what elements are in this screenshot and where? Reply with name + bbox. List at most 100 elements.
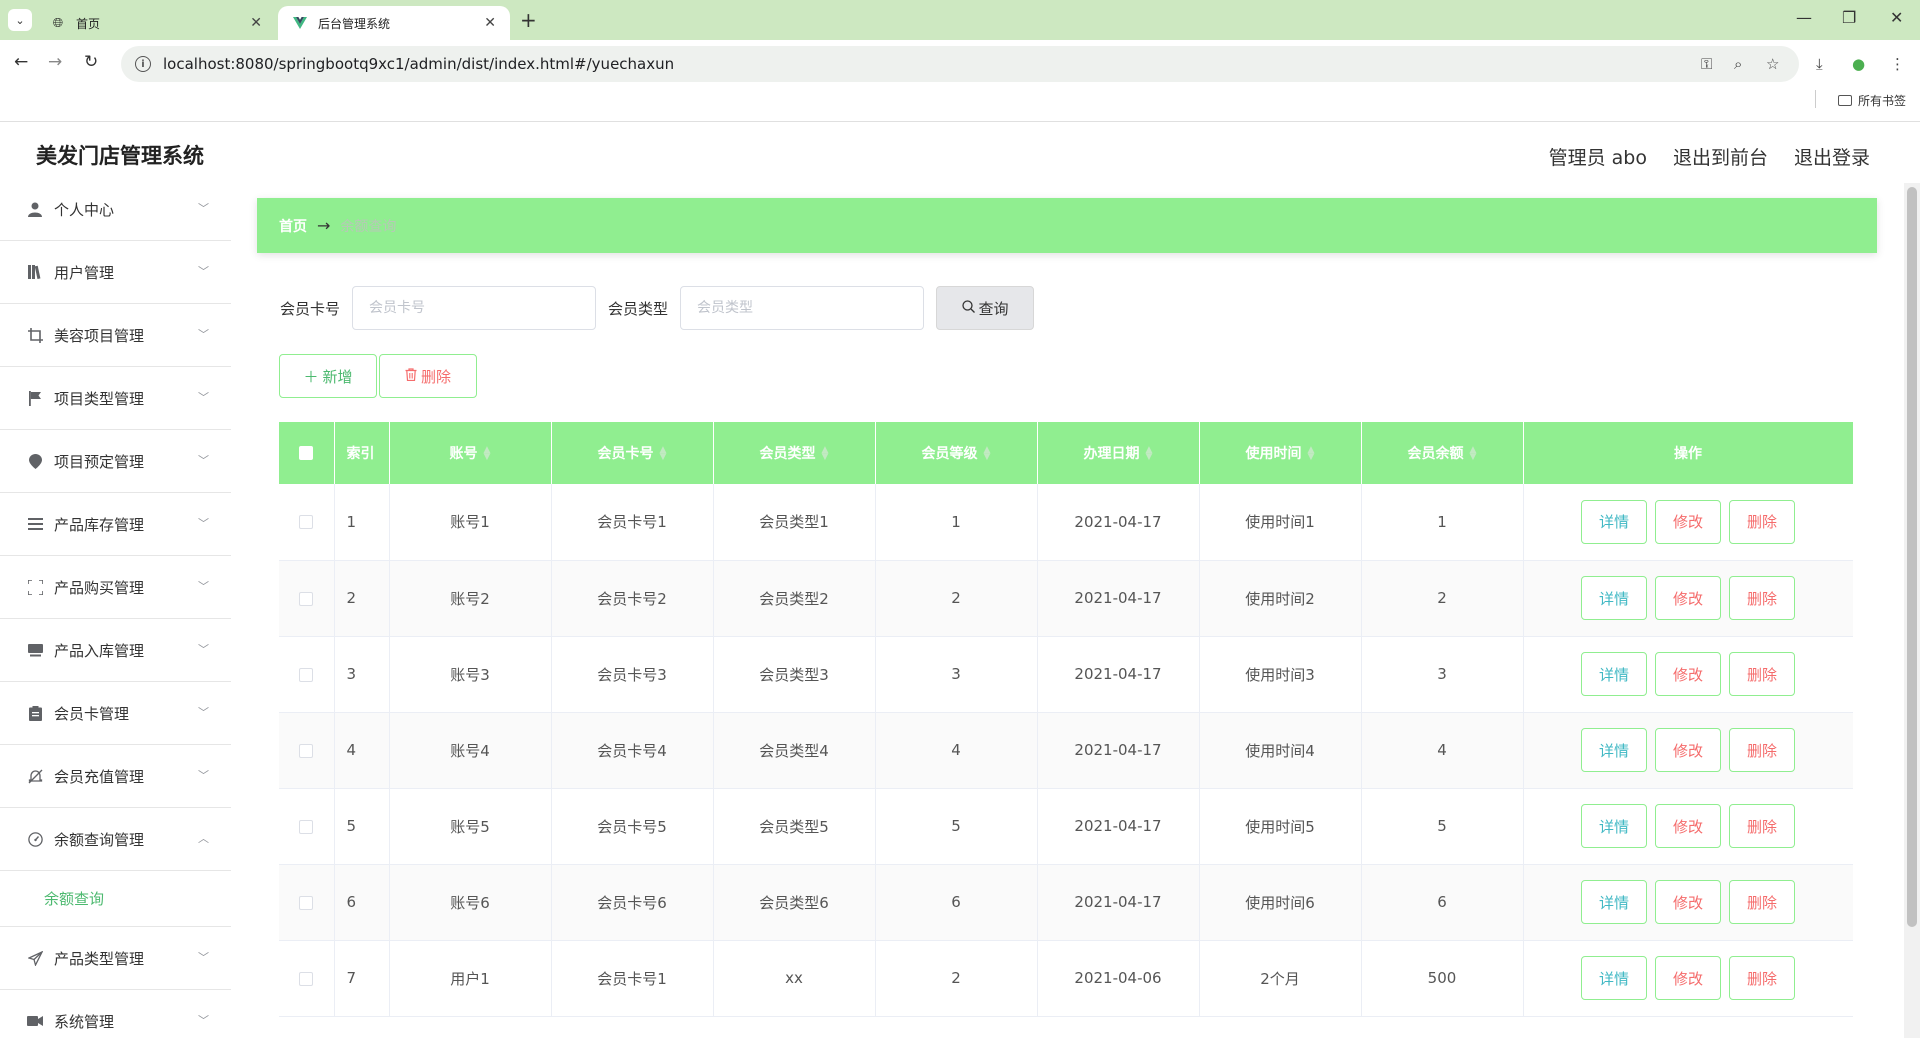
col-balance[interactable]: 会员余额 ▲ ▼ bbox=[1361, 422, 1524, 484]
detail-button[interactable]: 详情 bbox=[1581, 804, 1647, 848]
row-select-cell[interactable] bbox=[279, 712, 335, 789]
col-operations: 操作 bbox=[1523, 422, 1853, 484]
close-icon[interactable]: ✕ bbox=[250, 15, 262, 31]
browser-tab-admin[interactable]: 后台管理系统 ✕ bbox=[278, 6, 510, 40]
delete-button[interactable]: 删除 bbox=[1729, 880, 1795, 924]
delete-button[interactable]: 删除 bbox=[1729, 576, 1795, 620]
delete-button[interactable]: 删除 bbox=[1729, 652, 1795, 696]
row-checkbox[interactable] bbox=[299, 515, 314, 530]
select-all-cell[interactable] bbox=[279, 422, 335, 484]
sidebar-subitem-balance-query[interactable]: 余额查询 bbox=[0, 871, 231, 927]
sort-caret-icon[interactable]: ▲ ▼ bbox=[660, 446, 667, 462]
delete-button[interactable]: 删除 bbox=[1729, 499, 1795, 544]
query-button[interactable]: 查询 bbox=[936, 286, 1035, 330]
delete-button[interactable]: 删除 bbox=[1729, 728, 1795, 772]
edit-button[interactable]: 修改 bbox=[1655, 728, 1721, 772]
col-card-number[interactable]: 会员卡号 ▲ ▼ bbox=[551, 422, 714, 484]
sort-caret-icon[interactable]: ▲ ▼ bbox=[1470, 446, 1477, 462]
menu-kebab-icon[interactable]: ⋮ bbox=[1890, 55, 1905, 73]
detail-button[interactable]: 详情 bbox=[1581, 728, 1647, 772]
all-bookmarks[interactable]: 所有书签 bbox=[1837, 92, 1906, 109]
breadcrumb-home[interactable]: 首页 bbox=[279, 216, 307, 236]
row-select-cell[interactable] bbox=[279, 484, 335, 561]
bookmark-star-icon[interactable]: ☆ bbox=[1766, 55, 1779, 73]
detail-button[interactable]: 详情 bbox=[1581, 956, 1647, 1000]
new-tab-icon[interactable]: + bbox=[520, 8, 537, 32]
sort-caret-icon[interactable]: ▲ ▼ bbox=[1308, 446, 1315, 462]
col-member-level[interactable]: 会员等级 ▲ ▼ bbox=[875, 422, 1038, 484]
col-issue-date[interactable]: 办理日期 ▲ ▼ bbox=[1037, 422, 1200, 484]
detail-button[interactable]: 详情 bbox=[1581, 652, 1647, 696]
sidebar-item-beauty-project-management[interactable]: 美容项目管理 ﹀ bbox=[0, 304, 231, 367]
zoom-icon[interactable]: ⌕ bbox=[1734, 55, 1742, 73]
download-icon[interactable]: ⤓ bbox=[1816, 55, 1823, 73]
sidebar-item-product-inventory-management[interactable]: 产品库存管理 ﹀ bbox=[0, 493, 231, 556]
forward-icon[interactable]: → bbox=[48, 52, 62, 72]
edit-button[interactable]: 修改 bbox=[1655, 956, 1721, 1000]
tab-search-dropdown-icon[interactable]: ⌄ bbox=[8, 9, 32, 31]
col-usage-time[interactable]: 使用时间 ▲ ▼ bbox=[1199, 422, 1362, 484]
header-links: 管理员 abo 退出到前台 退出登录 bbox=[1549, 143, 1870, 170]
delete-button[interactable]: 删除 bbox=[1729, 956, 1795, 1000]
row-select-cell[interactable] bbox=[279, 940, 335, 1017]
row-checkbox[interactable] bbox=[299, 743, 314, 758]
sort-caret-icon[interactable]: ▲ ▼ bbox=[822, 446, 829, 462]
window-close-icon[interactable]: ✕ bbox=[1890, 8, 1903, 27]
member-type-input[interactable] bbox=[680, 286, 925, 330]
edit-button[interactable]: 修改 bbox=[1655, 576, 1721, 620]
add-button[interactable]: ＋ 新增 bbox=[279, 354, 377, 398]
address-bar[interactable]: i localhost:8080/springbootq9xc1/admin/d… bbox=[121, 46, 1799, 82]
edit-button[interactable]: 修改 bbox=[1655, 804, 1721, 848]
edit-button[interactable]: 修改 bbox=[1655, 499, 1721, 544]
sidebar-item-balance-query-management[interactable]: 余额查询管理 ︿ bbox=[0, 808, 231, 871]
minimize-icon[interactable]: — bbox=[1796, 8, 1812, 27]
site-info-icon[interactable]: i bbox=[135, 56, 151, 72]
sidebar-item-product-purchase-management[interactable]: 产品购买管理 ﹀ bbox=[0, 556, 231, 619]
sidebar-item-member-recharge-management[interactable]: 会员充值管理 ﹀ bbox=[0, 745, 231, 808]
card-number-input[interactable] bbox=[352, 286, 597, 330]
row-select-cell[interactable] bbox=[279, 560, 335, 637]
row-select-cell[interactable] bbox=[279, 788, 335, 865]
detail-button[interactable]: 详情 bbox=[1581, 576, 1647, 620]
cell-card: 会员卡号1 bbox=[551, 484, 714, 561]
reload-icon[interactable]: ↻ bbox=[84, 52, 98, 72]
restore-icon[interactable]: ❐ bbox=[1842, 8, 1856, 27]
row-checkbox[interactable] bbox=[299, 895, 314, 910]
row-select-cell[interactable] bbox=[279, 864, 335, 941]
sort-caret-icon[interactable]: ▲ ▼ bbox=[1146, 446, 1153, 462]
sidebar-item-label: 余额查询管理 bbox=[54, 830, 145, 849]
edit-button[interactable]: 修改 bbox=[1655, 880, 1721, 924]
edit-button[interactable]: 修改 bbox=[1655, 652, 1721, 696]
sidebar-item-user-management[interactable]: 用户管理 ﹀ bbox=[0, 241, 231, 304]
profile-avatar-icon[interactable]: ● bbox=[1852, 55, 1865, 73]
sidebar-item-system-management[interactable]: 系统管理 ﹀ bbox=[0, 990, 231, 1038]
page-scrollbar[interactable] bbox=[1904, 183, 1920, 1038]
detail-button[interactable]: 详情 bbox=[1581, 499, 1647, 544]
row-checkbox[interactable] bbox=[299, 667, 314, 682]
browser-tab-home[interactable]: 🌐︎ 首页 ✕ bbox=[36, 6, 276, 40]
sidebar-item-project-booking-management[interactable]: 项目预定管理 ﹀ bbox=[0, 430, 231, 493]
col-member-type[interactable]: 会员类型 ▲ ▼ bbox=[713, 422, 876, 484]
sidebar-item-product-stock-in-management[interactable]: 产品入库管理 ﹀ bbox=[0, 619, 231, 682]
logout-link[interactable]: 退出登录 bbox=[1794, 143, 1870, 170]
detail-button[interactable]: 详情 bbox=[1581, 880, 1647, 924]
sort-caret-icon[interactable]: ▲ ▼ bbox=[484, 446, 491, 462]
sort-caret-icon[interactable]: ▲ ▼ bbox=[984, 446, 991, 462]
close-icon[interactable]: ✕ bbox=[484, 15, 496, 31]
row-checkbox[interactable] bbox=[299, 819, 314, 834]
row-checkbox[interactable] bbox=[299, 971, 314, 986]
exit-to-front-link[interactable]: 退出到前台 bbox=[1673, 143, 1768, 170]
back-icon[interactable]: ← bbox=[14, 52, 28, 72]
sidebar-item-personal-center[interactable]: 个人中心 ﹀ bbox=[0, 178, 231, 241]
password-key-icon[interactable]: ⚿ bbox=[1701, 55, 1712, 73]
sidebar-item-project-type-management[interactable]: 项目类型管理 ﹀ bbox=[0, 367, 231, 430]
row-select-cell[interactable] bbox=[279, 636, 335, 713]
select-all-checkbox[interactable] bbox=[299, 446, 314, 460]
row-checkbox[interactable] bbox=[299, 591, 314, 606]
col-account[interactable]: 账号 ▲ ▼ bbox=[389, 422, 552, 484]
sidebar-item-membership-card-management[interactable]: 会员卡管理 ﹀ bbox=[0, 682, 231, 745]
batch-delete-button[interactable]: 删除 bbox=[379, 354, 477, 398]
delete-button[interactable]: 删除 bbox=[1729, 804, 1795, 848]
sidebar-item-product-type-management[interactable]: 产品类型管理 ﹀ bbox=[0, 927, 231, 990]
scrollbar-thumb[interactable] bbox=[1907, 187, 1917, 927]
